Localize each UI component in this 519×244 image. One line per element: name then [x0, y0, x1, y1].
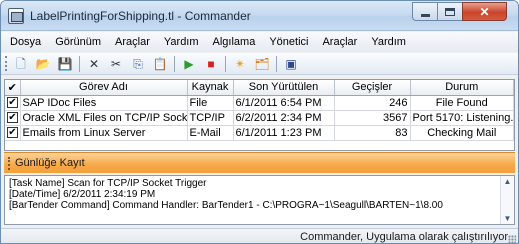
minimize-icon: [420, 13, 430, 17]
task-enabled-checkbox[interactable]: ✔: [7, 127, 18, 139]
column-header-task-name[interactable]: Görev Adı: [20, 80, 188, 96]
task-status-cell[interactable]: Checking Mail: [410, 125, 514, 141]
minimize-button[interactable]: [412, 2, 438, 21]
status-bar: Commander, Uygulama olarak çalıştırılıyo…: [1, 228, 518, 243]
column-header-source[interactable]: Kaynak: [187, 80, 234, 96]
task-passes-cell[interactable]: 3567: [334, 110, 411, 126]
paste-icon[interactable]: 📋: [152, 56, 168, 72]
task-status-cell[interactable]: Port 5170: Listening...: [410, 110, 514, 126]
printer-icon[interactable]: ▣: [283, 56, 299, 72]
menu-algilama[interactable]: Algılama: [213, 36, 256, 48]
log-panel-header[interactable]: Günlüğe Kayıt: [4, 152, 515, 173]
scroll-down-icon[interactable]: ▼: [504, 213, 512, 224]
delete-icon[interactable]: ✕: [86, 56, 102, 72]
task-last-run-cell[interactable]: 6/2/2011 2:34 PM: [233, 110, 335, 126]
toolbar-separator: [79, 55, 80, 72]
toolbar-separator: [174, 55, 175, 72]
task-passes-cell[interactable]: 246: [334, 95, 411, 111]
task-passes-cell[interactable]: 83: [334, 125, 411, 141]
task-enabled-checkbox[interactable]: ✔: [7, 97, 18, 109]
table-row[interactable]: ✔ SAP IDoc Files File 6/1/2011 6:54 PM 2…: [5, 95, 514, 111]
task-source-cell[interactable]: E-Mail: [187, 125, 234, 141]
task-last-run-cell[interactable]: 6/1/2011 6:54 PM: [233, 95, 335, 111]
task-enabled-checkbox[interactable]: ✔: [7, 112, 18, 124]
maximize-icon: [445, 7, 455, 16]
toolbar-separator: [225, 55, 226, 72]
cut-icon[interactable]: ✂: [108, 56, 124, 72]
menu-yardim[interactable]: Yardım: [164, 36, 199, 48]
column-header-enabled[interactable]: ✔: [5, 80, 21, 96]
status-text: Commander, Uygulama olarak çalıştırılıyo…: [300, 230, 508, 243]
menu-araclar[interactable]: Araçlar: [115, 36, 150, 48]
title-bar[interactable]: LabelPrintingForShipping.tl - Commander …: [1, 1, 518, 31]
task-grid: ✔ Görev Adı Kaynak Son Yürütülen Geçişle…: [4, 79, 515, 151]
log-line: [BarTender Command] Command Handler: Bar…: [9, 200, 443, 211]
menu-araclar-2[interactable]: Araçlar: [322, 36, 357, 48]
log-line: [Task Name] Scan for TCP/IP Socket Trigg…: [9, 178, 207, 189]
open-icon[interactable]: 📂: [35, 56, 51, 72]
maximize-button[interactable]: [437, 2, 463, 21]
task-last-run-cell[interactable]: 6/1/2011 1:23 PM: [233, 125, 335, 141]
menu-dosya[interactable]: Dosya: [10, 36, 41, 48]
close-button[interactable]: ✕: [462, 2, 507, 21]
stop-icon[interactable]: ■: [203, 56, 219, 72]
column-header-passes[interactable]: Geçişler: [334, 80, 411, 96]
commander-window: LabelPrintingForShipping.tl - Commander …: [0, 0, 519, 244]
wizard-icon[interactable]: ✴: [232, 56, 248, 72]
task-source-cell[interactable]: File: [187, 95, 234, 111]
task-name-cell[interactable]: Oracle XML Files on TCP/IP Socket: [20, 110, 188, 126]
menu-yardim-2[interactable]: Yardım: [371, 36, 406, 48]
log-panel-grip[interactable]: [8, 156, 11, 170]
new-icon[interactable]: 🗋: [13, 56, 29, 72]
column-header-status[interactable]: Durum: [410, 80, 514, 96]
toolbar-separator: [276, 55, 277, 72]
table-row[interactable]: ✔ Oracle XML Files on TCP/IP Socket TCP/…: [5, 110, 514, 126]
toolbar: 🗋 📂 💾 ✕ ✂ ⎘ 📋 ▶ ■ ✴ 🗂 ▣: [1, 53, 518, 75]
table-row[interactable]: ✔ Emails from Linux Server E-Mail 6/1/20…: [5, 125, 514, 141]
log-panel[interactable]: [Task Name] Scan for TCP/IP Socket Trigg…: [4, 175, 515, 225]
log-line: [Date/Time] 6/2/2011 2:34:19 PM: [9, 189, 156, 200]
close-icon: ✕: [479, 4, 490, 19]
resize-grip[interactable]: [508, 235, 516, 243]
window-title: LabelPrintingForShipping.tl - Commander: [30, 9, 251, 23]
task-table: ✔ Görev Adı Kaynak Son Yürütülen Geçişle…: [5, 80, 514, 141]
start-icon[interactable]: ▶: [181, 56, 197, 72]
app-icon: [8, 8, 24, 24]
copy-icon[interactable]: ⎘: [130, 56, 146, 72]
task-source-cell[interactable]: TCP/IP: [187, 110, 234, 126]
toolbar-grip[interactable]: [5, 56, 8, 71]
menu-yonetici[interactable]: Yönetici: [269, 36, 308, 48]
log-panel-title: Günlüğe Kayıt: [15, 157, 85, 169]
menu-gorunum[interactable]: Görünüm: [55, 36, 101, 48]
task-status-cell[interactable]: File Found: [410, 95, 514, 111]
column-header-last-run[interactable]: Son Yürütülen: [233, 80, 335, 96]
menu-bar: Dosya Görünüm Araçlar Yardım Algılama Yö…: [1, 32, 518, 52]
save-icon[interactable]: 💾: [57, 56, 73, 72]
properties-icon[interactable]: 🗂: [254, 56, 270, 72]
table-header-row: ✔ Görev Adı Kaynak Son Yürütülen Geçişle…: [5, 80, 514, 96]
task-name-cell[interactable]: SAP IDoc Files: [20, 95, 188, 111]
task-name-cell[interactable]: Emails from Linux Server: [20, 125, 188, 141]
log-scrollbar[interactable]: ▲ ▼: [500, 176, 514, 224]
scroll-up-icon[interactable]: ▲: [504, 176, 512, 187]
